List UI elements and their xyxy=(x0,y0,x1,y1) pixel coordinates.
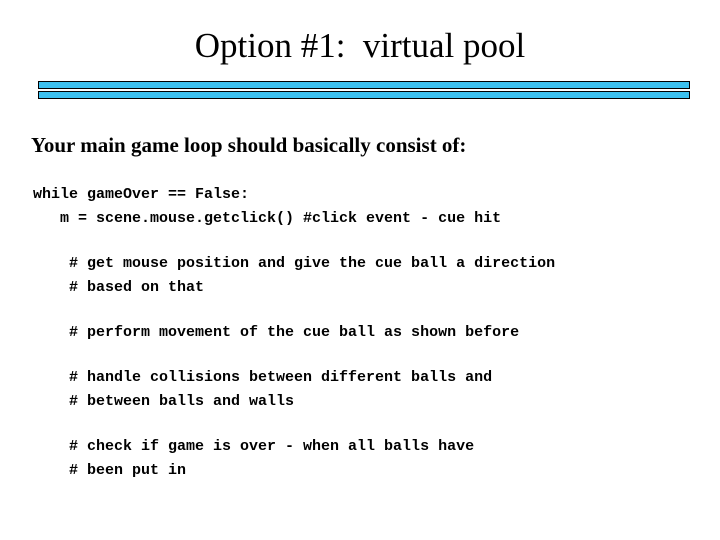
lead-paragraph: Your main game loop should basically con… xyxy=(31,133,467,157)
code-group: # handle collisions between different ba… xyxy=(33,366,713,414)
title-divider xyxy=(38,81,690,99)
code-block: while gameOver == False: m = scene.mouse… xyxy=(33,183,713,483)
code-group: while gameOver == False: m = scene.mouse… xyxy=(33,183,713,231)
code-group: # perform movement of the cue ball as sh… xyxy=(33,321,713,345)
code-line: while gameOver == False: xyxy=(33,186,250,203)
divider-bar-top xyxy=(38,81,690,89)
code-line: # based on that xyxy=(33,279,205,296)
code-group: # get mouse position and give the cue ba… xyxy=(33,252,713,300)
code-line: # been put in xyxy=(33,462,187,479)
slide: Option #1: virtual pool Your main game l… xyxy=(0,0,720,540)
page-title: Option #1: virtual pool xyxy=(194,26,526,65)
code-line: # between balls and walls xyxy=(33,393,295,410)
divider-bar-bottom xyxy=(38,91,690,99)
code-line: # check if game is over - when all balls… xyxy=(33,438,475,455)
code-group: # check if game is over - when all balls… xyxy=(33,435,713,483)
code-line: # perform movement of the cue ball as sh… xyxy=(33,324,520,341)
code-line: # get mouse position and give the cue ba… xyxy=(33,255,556,272)
code-line: m = scene.mouse.getclick() #click event … xyxy=(33,210,502,227)
code-line: # handle collisions between different ba… xyxy=(33,369,493,386)
